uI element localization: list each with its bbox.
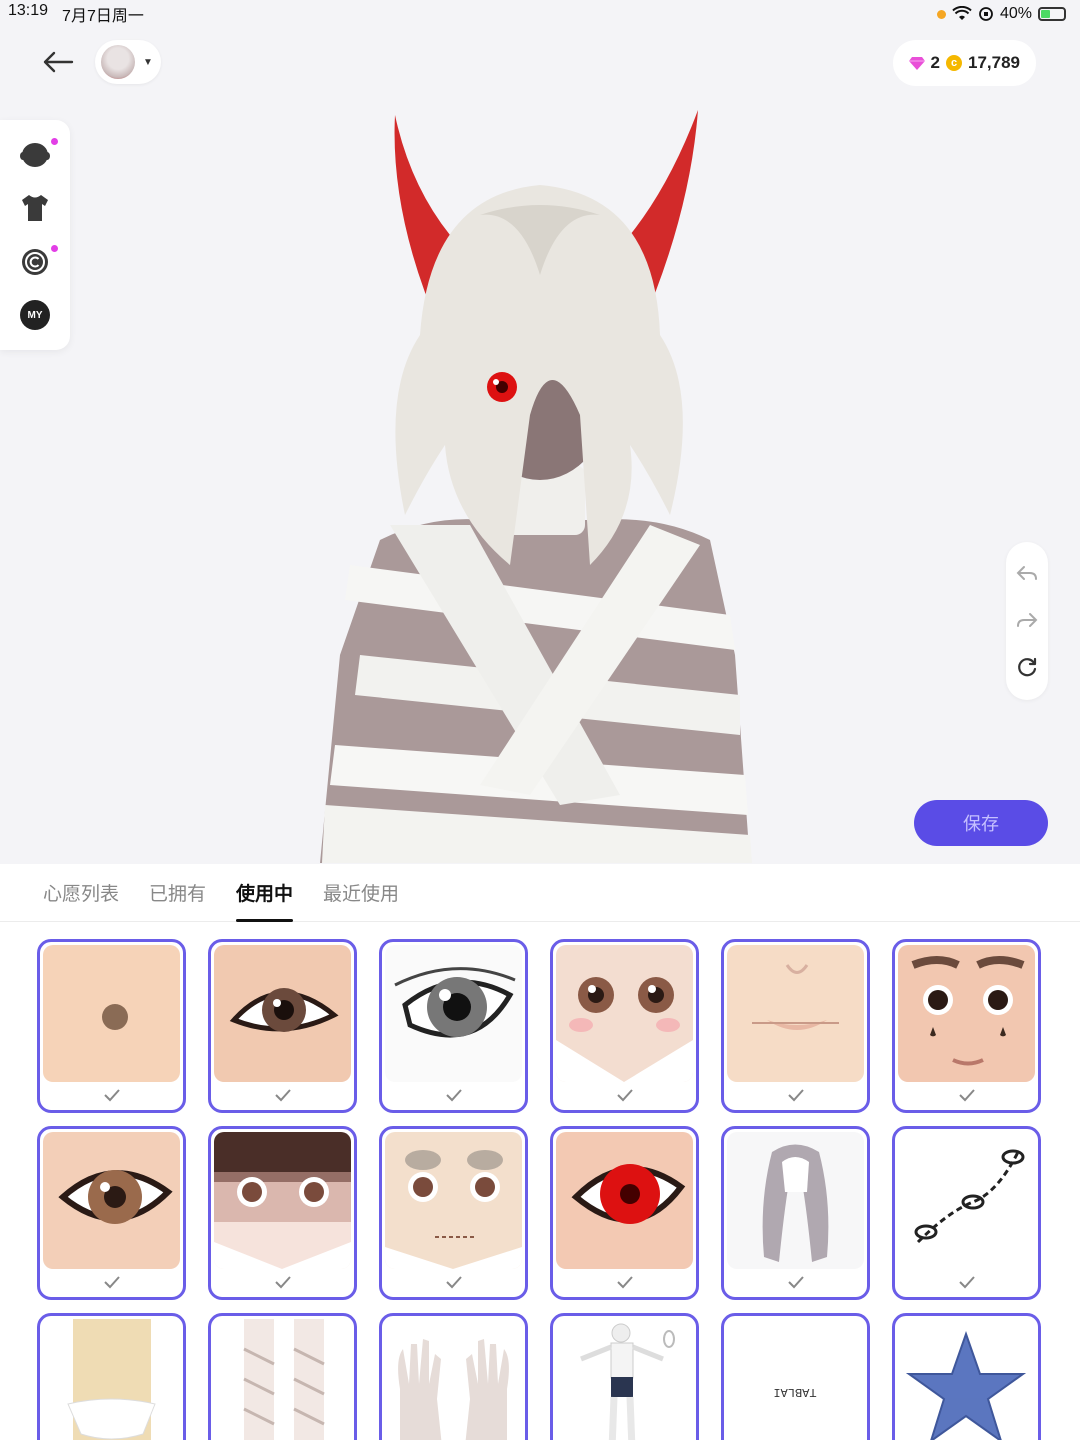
brown-eye-item[interactable] — [37, 1126, 186, 1300]
item-panel: 心愿列表 已拥有 使用中 最近使用 TABLAI — [0, 864, 1080, 1440]
chain-tattoo-item[interactable] — [892, 1126, 1041, 1300]
underwear-item[interactable] — [37, 1313, 186, 1440]
shirt-icon — [22, 195, 48, 222]
lips-item[interactable] — [721, 939, 870, 1113]
anime-face-item[interactable] — [550, 939, 699, 1113]
history-controls — [1006, 542, 1048, 700]
item-thumbnail — [43, 945, 180, 1082]
status-time: 13:19 — [8, 2, 49, 19]
item-thumbnail — [43, 1132, 180, 1269]
silver-hair-item[interactable] — [721, 1126, 870, 1300]
coin-icon: c — [946, 55, 962, 71]
back-arrow-icon — [43, 51, 74, 73]
item-tabs: 心愿列表 已拥有 使用中 最近使用 — [0, 864, 1080, 922]
item-thumbnail — [898, 945, 1035, 1082]
redo-icon — [1017, 612, 1038, 627]
checkmark-icon — [382, 1271, 525, 1293]
item-thumbnail — [214, 1319, 351, 1440]
mole-item[interactable] — [37, 939, 186, 1113]
reset-button[interactable] — [1013, 654, 1041, 682]
tear-face-item[interactable] — [892, 939, 1041, 1113]
item-thumbnail — [214, 1132, 351, 1269]
item-thumbnail — [385, 945, 522, 1082]
item-thumbnail — [43, 1319, 180, 1440]
text-tattoo-item[interactable]: TABLAI — [721, 1313, 870, 1440]
item-thumbnail — [727, 945, 864, 1082]
item-thumbnail — [898, 1132, 1035, 1269]
item-thumbnail — [727, 1132, 864, 1269]
gray-eye-item[interactable] — [379, 939, 528, 1113]
tab-in-use[interactable]: 使用中 — [236, 864, 294, 922]
battery-icon — [1038, 7, 1066, 21]
gem-icon — [908, 57, 925, 70]
star-item[interactable] — [892, 1313, 1041, 1440]
body-item[interactable] — [550, 1313, 699, 1440]
checkmark-icon — [211, 1084, 354, 1106]
leg-bandage-item[interactable] — [208, 1313, 357, 1440]
eye-makeup-item[interactable] — [208, 939, 357, 1113]
redo-button[interactable] — [1013, 607, 1041, 635]
status-bar: 13:19 7月7日周一 40% — [0, 0, 1080, 28]
checkmark-icon — [40, 1271, 183, 1293]
svg-text:TABLAI: TABLAI — [773, 1385, 816, 1399]
item-thumbnail: TABLAI — [727, 1319, 864, 1440]
item-thumbnail — [385, 1132, 522, 1269]
item-thumbnail — [898, 1319, 1035, 1440]
gem-count: 2 — [930, 53, 940, 72]
recording-dot-icon — [936, 9, 946, 19]
checkmark-icon — [895, 1271, 1038, 1293]
category-clothing[interactable] — [18, 191, 52, 225]
coin-count: 17,789 — [968, 53, 1020, 72]
tab-wishlist[interactable]: 心愿列表 — [43, 864, 119, 922]
status-date: 7月7日周一 — [62, 8, 144, 25]
red-eye-item[interactable] — [550, 1126, 699, 1300]
item-grid: TABLAI — [37, 939, 1041, 1440]
reset-icon — [1018, 658, 1037, 677]
save-button[interactable]: 保存 — [914, 800, 1048, 846]
item-thumbnail — [556, 945, 693, 1082]
item-thumbnail — [214, 945, 351, 1082]
currency-balance[interactable]: 2 c 17,789 — [892, 40, 1036, 86]
item-thumbnail — [385, 1319, 522, 1440]
avatar-switcher[interactable]: ▼ — [95, 40, 161, 84]
tab-recent[interactable]: 最近使用 — [323, 864, 399, 922]
notification-dot — [51, 137, 58, 145]
category-my[interactable]: MY — [18, 298, 52, 332]
orientation-lock-icon — [979, 7, 993, 21]
notification-dot — [51, 244, 58, 252]
checkmark-icon — [553, 1084, 696, 1106]
avatar-thumbnail — [101, 45, 135, 79]
item-thumbnail — [556, 1132, 693, 1269]
undo-icon — [1016, 565, 1037, 580]
chevron-down-icon: ▼ — [143, 56, 153, 68]
my-icon: MY — [20, 300, 50, 331]
checkmark-icon — [382, 1084, 525, 1106]
copyright-icon — [22, 248, 48, 275]
checkmark-icon — [553, 1271, 696, 1293]
checkmark-icon — [724, 1084, 867, 1106]
back-button[interactable] — [38, 42, 78, 82]
undo-button[interactable] — [1013, 560, 1041, 588]
dark-eye-face-item[interactable] — [208, 1126, 357, 1300]
checkmark-icon — [895, 1084, 1038, 1106]
hands-item[interactable] — [379, 1313, 528, 1440]
avatar-preview[interactable] — [230, 95, 850, 863]
wifi-icon — [952, 6, 972, 20]
head-icon — [20, 142, 50, 167]
category-creation[interactable] — [18, 244, 58, 279]
stitched-face-item[interactable] — [379, 1126, 528, 1300]
category-head[interactable] — [18, 137, 58, 172]
battery-percent: 40% — [999, 5, 1032, 22]
checkmark-icon — [724, 1271, 867, 1293]
item-thumbnail — [556, 1319, 693, 1440]
tab-owned[interactable]: 已拥有 — [149, 864, 206, 922]
category-toolbar: MY — [0, 120, 70, 350]
checkmark-icon — [211, 1271, 354, 1293]
checkmark-icon — [40, 1084, 183, 1106]
